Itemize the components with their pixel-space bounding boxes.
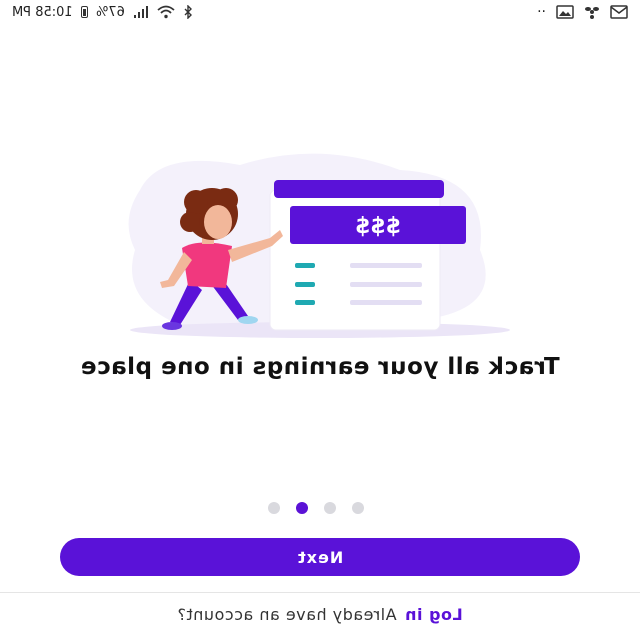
wifi-icon <box>156 5 175 19</box>
battery-icon <box>80 6 88 18</box>
bluetooth-icon <box>184 5 192 19</box>
onboarding-illustration: $$$ <box>128 153 510 338</box>
status-bar-left: 10:58 PM 67% <box>12 5 193 20</box>
login-prompt: Already have an account? Log in <box>0 605 640 624</box>
divider <box>0 592 640 593</box>
login-link[interactable]: Log in <box>405 605 463 624</box>
image-icon <box>556 5 574 19</box>
pager-dot[interactable] <box>324 502 336 514</box>
battery-text: 67% <box>95 4 125 20</box>
next-button-label: Next <box>296 547 344 567</box>
next-button[interactable]: Next <box>60 538 580 576</box>
pager-dot[interactable] <box>268 502 280 514</box>
list-line-1 <box>350 263 422 268</box>
list-line-2 <box>350 282 422 287</box>
pager-dot[interactable] <box>352 502 364 514</box>
list-bullet-3 <box>295 300 315 305</box>
amount-symbols: $$$ <box>355 214 401 239</box>
mail-icon <box>610 5 628 19</box>
signal-icon <box>133 6 148 18</box>
fan-icon <box>585 7 599 19</box>
pager-dots <box>268 502 364 514</box>
pager-dot-active[interactable] <box>296 502 308 514</box>
status-bar-right: ·· <box>537 4 628 20</box>
status-bar: 10:58 PM 67% ·· <box>0 0 640 24</box>
list-bullet-1 <box>295 263 315 268</box>
list-line-3 <box>350 300 422 305</box>
account-prompt-text: Already have an account? <box>177 605 397 624</box>
time-text: 10:58 PM <box>12 4 73 20</box>
card-top-bar <box>274 180 444 198</box>
list-bullet-2 <box>295 282 315 287</box>
more-icon: ·· <box>537 4 546 20</box>
onboarding-headline: Track all your earnings in one place <box>80 354 560 380</box>
